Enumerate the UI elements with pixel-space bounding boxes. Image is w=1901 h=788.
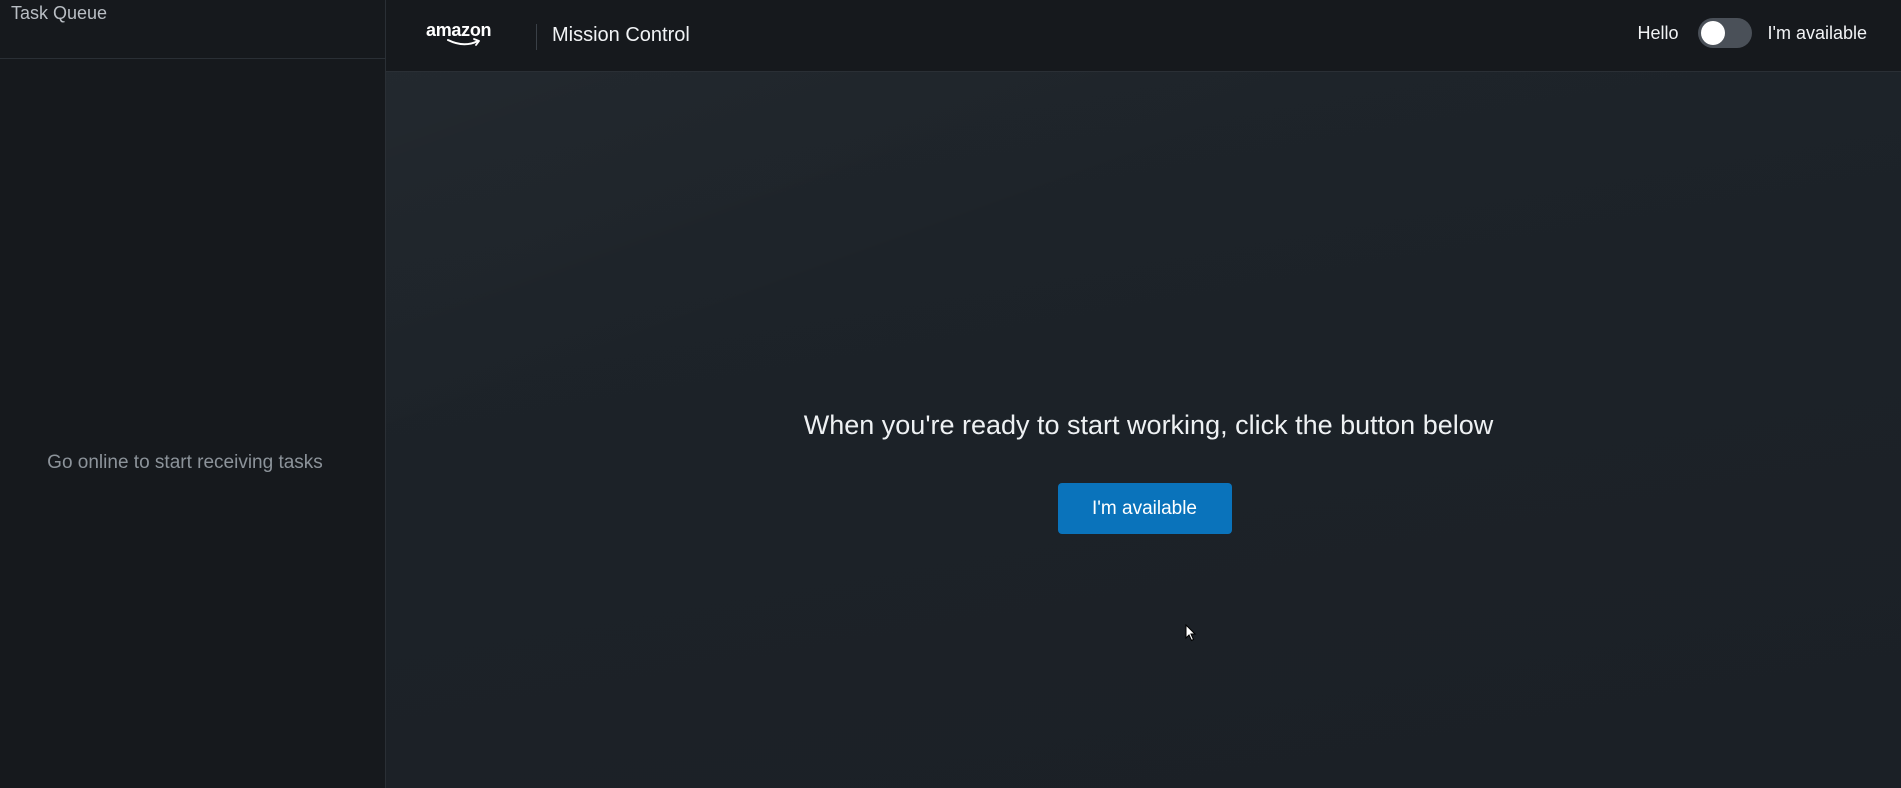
app-window: Task Queue Go online to start receiving …	[0, 0, 1901, 788]
smile-arrow-icon	[447, 38, 480, 46]
ready-prompt: When you're ready to start working, clic…	[386, 408, 1901, 534]
task-queue-sidebar: Task Queue Go online to start receiving …	[0, 0, 386, 788]
availability-toggle[interactable]	[1697, 18, 1752, 48]
sidebar-title: Task Queue	[11, 2, 108, 23]
greeting-text: Hello	[1637, 22, 1679, 43]
availability-status: Hello I'm available	[1637, 18, 1867, 48]
sidebar-header: Task Queue	[0, 0, 385, 59]
main-panel: amazon Mission Control Hello I'm availab…	[386, 0, 1901, 788]
im-available-button[interactable]: I'm available	[1057, 483, 1232, 534]
toggle-knob	[1700, 21, 1725, 45]
mouse-cursor-icon	[1185, 624, 1197, 642]
top-bar: amazon Mission Control Hello I'm availab…	[386, 0, 1901, 72]
app-title: Mission Control	[552, 24, 690, 46]
ready-message: When you're ready to start working, clic…	[803, 410, 1494, 440]
header-divider	[536, 24, 537, 50]
availability-toggle-label: I'm available	[1767, 22, 1867, 43]
sidebar-empty-message: Go online to start receiving tasks	[47, 452, 323, 473]
amazon-logo: amazon	[426, 20, 502, 50]
